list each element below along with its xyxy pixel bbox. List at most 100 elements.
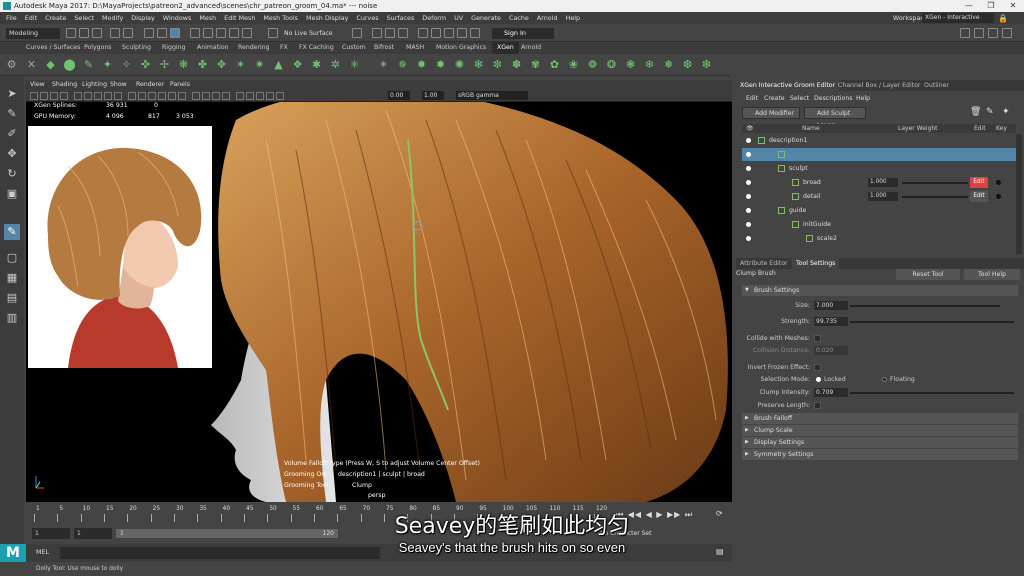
layout-panel-icon[interactable]: ▥	[4, 310, 20, 326]
visibility-dot-icon[interactable]	[746, 236, 751, 241]
persp-outliner-layout-icon[interactable]: ▤	[4, 290, 20, 306]
groom-tool-28-icon[interactable]: ✿	[547, 57, 562, 72]
menu-cache[interactable]: Cache	[505, 12, 533, 24]
wireframe-icon[interactable]	[128, 92, 136, 100]
magnet-icon[interactable]	[268, 28, 278, 38]
close-icon[interactable]: ✕	[1002, 0, 1024, 12]
grid-icon[interactable]	[74, 92, 82, 100]
xgen-row[interactable]: initGuide	[742, 218, 1016, 231]
menu-mesh-display[interactable]: Mesh Display	[302, 12, 352, 24]
groom-tool-33-icon[interactable]: ❄	[642, 57, 657, 72]
clump-scale-section[interactable]: Clump Scale	[742, 425, 1018, 436]
groom-tool-3-icon[interactable]: ⬤	[62, 57, 77, 72]
layer-weight-field[interactable]: 1.000	[868, 192, 898, 201]
groom-tool-2-icon[interactable]: ◆	[43, 57, 58, 72]
snap-grid-icon[interactable]	[190, 28, 200, 38]
size-slider[interactable]	[850, 305, 1000, 307]
select-by-hierarchy-icon[interactable]	[144, 28, 154, 38]
groom-tool-32-icon[interactable]: ❃	[623, 57, 638, 72]
ipr-render-icon[interactable]	[385, 28, 395, 38]
visibility-dot-icon[interactable]	[746, 152, 751, 157]
character-controls-icon[interactable]	[431, 28, 441, 38]
modeling-toolkit-icon[interactable]	[418, 28, 428, 38]
menu-modify[interactable]: Modify	[98, 12, 127, 24]
textured-icon[interactable]	[158, 92, 166, 100]
layer-edit-button[interactable]: Edit	[970, 177, 988, 188]
groom-tool-21-icon[interactable]: ✸	[414, 57, 429, 72]
xray-icon[interactable]	[246, 92, 254, 100]
multisample-aa-icon[interactable]	[212, 92, 220, 100]
select-by-object-icon[interactable]	[157, 28, 167, 38]
shelf-tab-rendering[interactable]: Rendering	[238, 42, 270, 54]
groom-tool-30-icon[interactable]: ❁	[585, 57, 600, 72]
field-chart-icon[interactable]	[114, 92, 122, 100]
groom-tool-20-icon[interactable]: ✵	[395, 57, 410, 72]
xgen-list-scrollbar[interactable]	[1016, 134, 1022, 254]
tool-help-button[interactable]: Tool Help	[964, 269, 1020, 280]
shelf-tab-animation[interactable]: Animation	[197, 42, 229, 54]
snap-curve-icon[interactable]	[203, 28, 213, 38]
shelf-settings-icon[interactable]: ⚙	[4, 57, 19, 72]
invert-checkbox[interactable]	[814, 364, 821, 371]
shelf-tab-mash[interactable]: MASH	[406, 42, 424, 54]
symmetry-settings-section[interactable]: Symmetry Settings	[742, 449, 1018, 460]
visibility-dot-icon[interactable]	[746, 208, 751, 213]
channel-box-icon[interactable]	[470, 28, 480, 38]
exposure-field[interactable]: 0.00	[388, 91, 410, 100]
motion-blur-icon[interactable]	[202, 92, 210, 100]
delete-icon[interactable]: 🗑	[970, 107, 981, 117]
select-tool-icon[interactable]: ➤	[4, 86, 20, 102]
menu-file[interactable]: File	[2, 12, 21, 24]
groom-tool-31-icon[interactable]: ❂	[604, 57, 619, 72]
camera-select-icon[interactable]	[30, 92, 38, 100]
xgen-row[interactable]	[742, 148, 1016, 161]
xgen-row[interactable]: scale2	[742, 232, 1016, 245]
groom-tool-9-icon[interactable]: ❋	[176, 57, 191, 72]
shelf-tab-polygons[interactable]: Polygons	[84, 42, 112, 54]
render-settings-icon[interactable]	[398, 28, 408, 38]
tool-settings-icon[interactable]	[457, 28, 467, 38]
scale-tool-icon[interactable]: ▣	[4, 186, 20, 202]
strength-field[interactable]: 99.735	[814, 317, 848, 326]
workspace-select[interactable]: XGen - Interactive Groom*	[922, 13, 994, 31]
attribute-editor-icon[interactable]	[444, 28, 454, 38]
render-frame-icon[interactable]	[372, 28, 382, 38]
snap-surface-icon[interactable]	[242, 28, 252, 38]
collide-checkbox[interactable]	[814, 335, 821, 342]
preserve-length-checkbox[interactable]	[814, 402, 821, 409]
xgen-menu-descriptions[interactable]: Descriptions	[814, 94, 852, 104]
viewport-menu-view[interactable]: View	[30, 80, 45, 90]
groom-tool-15-icon[interactable]: ❖	[290, 57, 305, 72]
groom-tool-10-icon[interactable]: ✤	[195, 57, 210, 72]
xgen-menu-create[interactable]: Create	[764, 94, 785, 104]
shelf-tab-xgen[interactable]: XGen	[492, 42, 519, 54]
visibility-dot-icon[interactable]	[746, 222, 751, 227]
paint-select-tool-icon[interactable]: ✐	[4, 126, 20, 142]
shelf-tab-fx[interactable]: FX	[280, 42, 288, 54]
menu-deform[interactable]: Deform	[418, 12, 450, 24]
screen-space-ao-icon[interactable]	[192, 92, 200, 100]
layer-weight-slider[interactable]	[902, 182, 968, 184]
redo-icon[interactable]	[123, 28, 133, 38]
film-gate-icon[interactable]	[84, 92, 92, 100]
groom-tool-12-icon[interactable]: ✶	[233, 57, 248, 72]
rotate-tool-icon[interactable]: ↻	[4, 166, 20, 182]
workspace-lock-icon[interactable]: 🔒	[998, 13, 1008, 23]
sign-in-button[interactable]: Sign In	[492, 28, 554, 39]
gamma-icon[interactable]	[276, 92, 284, 100]
tab-tool-settings[interactable]: Tool Settings	[792, 258, 840, 269]
maximize-icon[interactable]: ❐	[980, 0, 1002, 12]
xgen-menu-edit[interactable]: Edit	[746, 94, 758, 104]
gamma-field[interactable]: 1.00	[422, 91, 444, 100]
add-modifier-button[interactable]: Add Modifier	[742, 107, 800, 119]
menu-help[interactable]: Help	[562, 12, 585, 24]
open-scene-icon[interactable]	[79, 28, 89, 38]
xray-joints-icon[interactable]	[256, 92, 264, 100]
layer-key-dot-icon[interactable]	[996, 180, 1001, 185]
clump-intensity-slider[interactable]	[850, 392, 1014, 394]
xgen-menu-select[interactable]: Select	[790, 94, 809, 104]
brush-falloff-section[interactable]: Brush Falloff	[742, 413, 1018, 424]
single-perspective-view-icon[interactable]: ▢	[4, 250, 20, 266]
shelf-tab-curves-surfaces[interactable]: Curves / Surfaces	[26, 42, 80, 54]
brush-icon[interactable]: ✎	[986, 107, 994, 117]
